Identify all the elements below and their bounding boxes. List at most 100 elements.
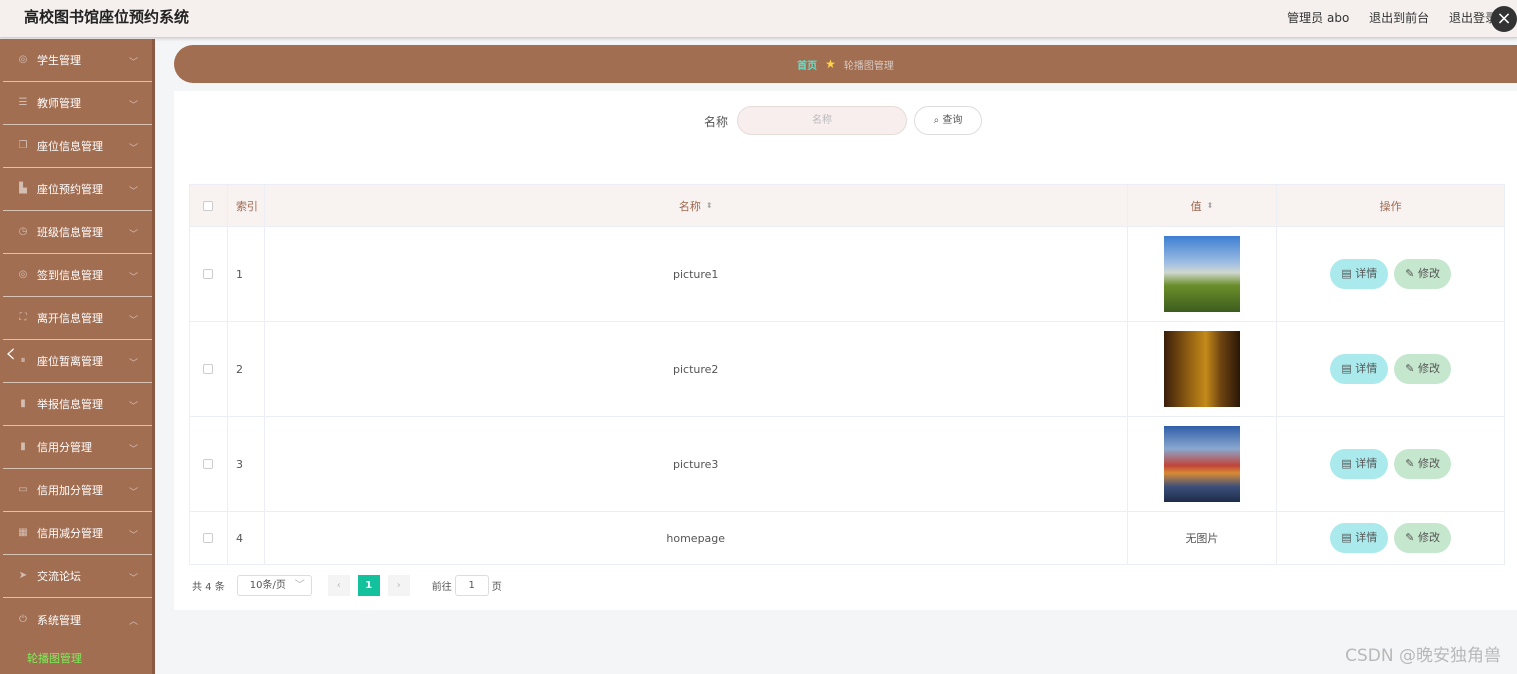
chevron-down-icon: ﹀ bbox=[128, 574, 138, 584]
sidebar-item-system[interactable]: ⏻ 系统管理 ︿ bbox=[3, 598, 152, 641]
logout-link[interactable]: 退出登录 bbox=[1449, 11, 1497, 25]
edit-button[interactable]: ✎ 修改 bbox=[1394, 259, 1451, 289]
document-icon: ▤ bbox=[1341, 267, 1356, 280]
column-chart-icon: ▮ bbox=[20, 441, 26, 452]
row-index: 1 bbox=[228, 227, 265, 321]
breadcrumb-current: 轮播图管理 bbox=[843, 60, 894, 72]
document-icon: ▤ bbox=[1341, 531, 1356, 544]
row-name: picture2 bbox=[265, 322, 1128, 416]
sidebar-item-seat-pause[interactable]: ⏸ 座位暂离管理 ﹀ bbox=[3, 340, 152, 383]
row-index: 4 bbox=[228, 512, 265, 564]
sidebar-item-leave[interactable]: ⛶ 离开信息管理 ﹀ bbox=[3, 297, 152, 340]
sidebar-subitem-carousel[interactable]: 轮播图管理 bbox=[0, 641, 152, 674]
chevron-down-icon: ﹀ bbox=[128, 445, 138, 455]
send-icon: ➤ bbox=[18, 570, 28, 581]
header-name[interactable]: 名称 ⬍ bbox=[265, 185, 1128, 226]
sidebar-item-forum[interactable]: ➤ 交流论坛 ﹀ bbox=[3, 555, 152, 598]
sidebar-item-seat-booking[interactable]: ▙ 座位预约管理 ﹀ bbox=[3, 168, 152, 211]
sidebar-item-teacher[interactable]: ☰ 教师管理 ﹀ bbox=[3, 82, 152, 125]
row-checkbox[interactable] bbox=[203, 459, 214, 469]
goto-label: 前往 bbox=[431, 582, 452, 593]
data-table: 索引 名称 ⬍ 值 ⬍ 操作 1 picture1 ▤ 详情 ✎ 修改 2 pict… bbox=[189, 184, 1505, 565]
chevron-down-icon: ﹀ bbox=[128, 230, 138, 240]
message-icon: ▭ bbox=[18, 484, 28, 495]
sidebar-item-seat-info[interactable]: ❐ 座位信息管理 ﹀ bbox=[3, 125, 152, 168]
grid-icon: ▦ bbox=[18, 527, 28, 538]
current-page-button[interactable]: 1 bbox=[357, 575, 380, 596]
chevron-down-icon: ﹀ bbox=[128, 316, 138, 326]
chevron-down-icon: ﹀ bbox=[128, 273, 138, 283]
sort-icon[interactable]: ⬍ bbox=[1207, 201, 1214, 210]
row-checkbox[interactable] bbox=[203, 533, 214, 543]
main-panel: 名称 名称 ⌕ 查询 索引 名称 ⬍ 值 ⬍ 操作 1 picture1 ▤ 详情 … bbox=[174, 91, 1517, 610]
select-all-checkbox[interactable] bbox=[203, 200, 214, 211]
table-row: 3 picture3 ▤ 详情 ✎ 修改 bbox=[190, 417, 1504, 512]
row-name: homepage bbox=[265, 512, 1128, 564]
breadcrumb: 首页 ★ 轮播图管理 bbox=[174, 45, 1517, 83]
table-row: 4 homepage 无图片 ▤ 详情 ✎ 修改 bbox=[190, 512, 1504, 564]
page-suffix: 页 bbox=[491, 582, 502, 593]
row-checkbox[interactable] bbox=[203, 364, 214, 374]
edit-icon: ✎ bbox=[1405, 362, 1418, 375]
list-icon: ☰ bbox=[18, 97, 28, 108]
table-header: 索引 名称 ⬍ 值 ⬍ 操作 bbox=[190, 185, 1504, 227]
clock-icon: ◷ bbox=[18, 226, 28, 237]
chevron-down-icon: ﹀ bbox=[128, 101, 138, 111]
row-name: picture3 bbox=[265, 417, 1128, 511]
star-icon: ★ bbox=[825, 57, 836, 71]
edit-icon: ✎ bbox=[1405, 457, 1418, 470]
chevron-down-icon: ﹀ bbox=[294, 580, 305, 591]
page-size-select[interactable]: 10条/页 ﹀ bbox=[236, 575, 312, 596]
search-label: 名称 bbox=[704, 115, 729, 129]
edit-icon: ✎ bbox=[1405, 531, 1418, 544]
globe-icon: ◎ bbox=[18, 269, 28, 280]
edit-icon: ✎ bbox=[1405, 267, 1418, 280]
sidebar-item-student[interactable]: ◎ 学生管理 ﹀ bbox=[3, 39, 152, 82]
sidebar-item-class-info[interactable]: ◷ 班级信息管理 ﹀ bbox=[3, 211, 152, 254]
sidebar: ◎ 学生管理 ﹀ ☰ 教师管理 ﹀ ❐ 座位信息管理 ﹀ ▙ 座位预约管理 ﹀ ◷ 班级信息管理 ﹀… bbox=[0, 39, 155, 674]
row-index: 2 bbox=[228, 322, 265, 416]
chevron-down-icon: ﹀ bbox=[128, 144, 138, 154]
globe-icon: ◎ bbox=[18, 54, 28, 65]
sidebar-item-credit-minus[interactable]: ▦ 信用减分管理 ﹀ bbox=[3, 512, 152, 555]
detail-button[interactable]: ▤ 详情 bbox=[1330, 354, 1389, 384]
exit-to-front-link[interactable]: 退出到前台 bbox=[1369, 11, 1429, 25]
goto-page-input[interactable]: 1 bbox=[454, 575, 489, 596]
close-icon[interactable]: × bbox=[1491, 6, 1517, 32]
chevron-down-icon: ﹀ bbox=[128, 187, 138, 197]
row-index: 3 bbox=[228, 417, 265, 511]
detail-button[interactable]: ▤ 详情 bbox=[1330, 523, 1389, 553]
row-thumbnail bbox=[1163, 426, 1240, 502]
sidebar-item-report[interactable]: ▮ 举报信息管理 ﹀ bbox=[3, 383, 152, 426]
search-button[interactable]: ⌕ 查询 bbox=[914, 106, 982, 135]
header-value[interactable]: 值 ⬍ bbox=[1128, 185, 1278, 226]
fullscreen-icon: ⛶ bbox=[19, 312, 27, 323]
edit-button[interactable]: ✎ 修改 bbox=[1394, 449, 1451, 479]
detail-button[interactable]: ▤ 详情 bbox=[1330, 259, 1389, 289]
pause-icon: ⏸ bbox=[20, 355, 26, 366]
sidebar-item-checkin[interactable]: ◎ 签到信息管理 ﹀ bbox=[3, 254, 152, 297]
bank-icon: ▙ bbox=[19, 183, 27, 194]
detail-button[interactable]: ▤ 详情 bbox=[1330, 449, 1389, 479]
chevron-left-icon[interactable]: ‹ bbox=[5, 336, 16, 369]
header-index: 索引 bbox=[228, 185, 265, 226]
chevron-down-icon: ﹀ bbox=[128, 402, 138, 412]
search-input[interactable]: 名称 bbox=[737, 106, 907, 135]
sort-icon[interactable]: ⬍ bbox=[706, 201, 713, 210]
next-page-button[interactable]: › bbox=[387, 575, 410, 596]
document-icon: ▤ bbox=[1341, 362, 1356, 375]
edit-button[interactable]: ✎ 修改 bbox=[1394, 523, 1451, 553]
edit-button[interactable]: ✎ 修改 bbox=[1394, 354, 1451, 384]
app-title: 高校图书馆座位预约系统 bbox=[24, 8, 190, 26]
table-row: 2 picture2 ▤ 详情 ✎ 修改 bbox=[190, 322, 1504, 417]
sidebar-item-credit-add[interactable]: ▭ 信用加分管理 ﹀ bbox=[3, 469, 152, 512]
pagination-total: 共 4 条 bbox=[192, 582, 225, 593]
sidebar-item-credit[interactable]: ▮ 信用分管理 ﹀ bbox=[3, 426, 152, 469]
row-checkbox[interactable] bbox=[203, 269, 214, 279]
table-row: 1 picture1 ▤ 详情 ✎ 修改 bbox=[190, 227, 1504, 322]
current-user: 管理员 abo bbox=[1287, 11, 1350, 25]
prev-page-button[interactable]: ‹ bbox=[327, 575, 350, 596]
chevron-down-icon: ﹀ bbox=[128, 58, 138, 68]
pagination: 共 4 条 10条/页 ﹀ ‹ 1 › 前往 1 页 bbox=[192, 575, 502, 596]
breadcrumb-home[interactable]: 首页 bbox=[797, 57, 817, 72]
